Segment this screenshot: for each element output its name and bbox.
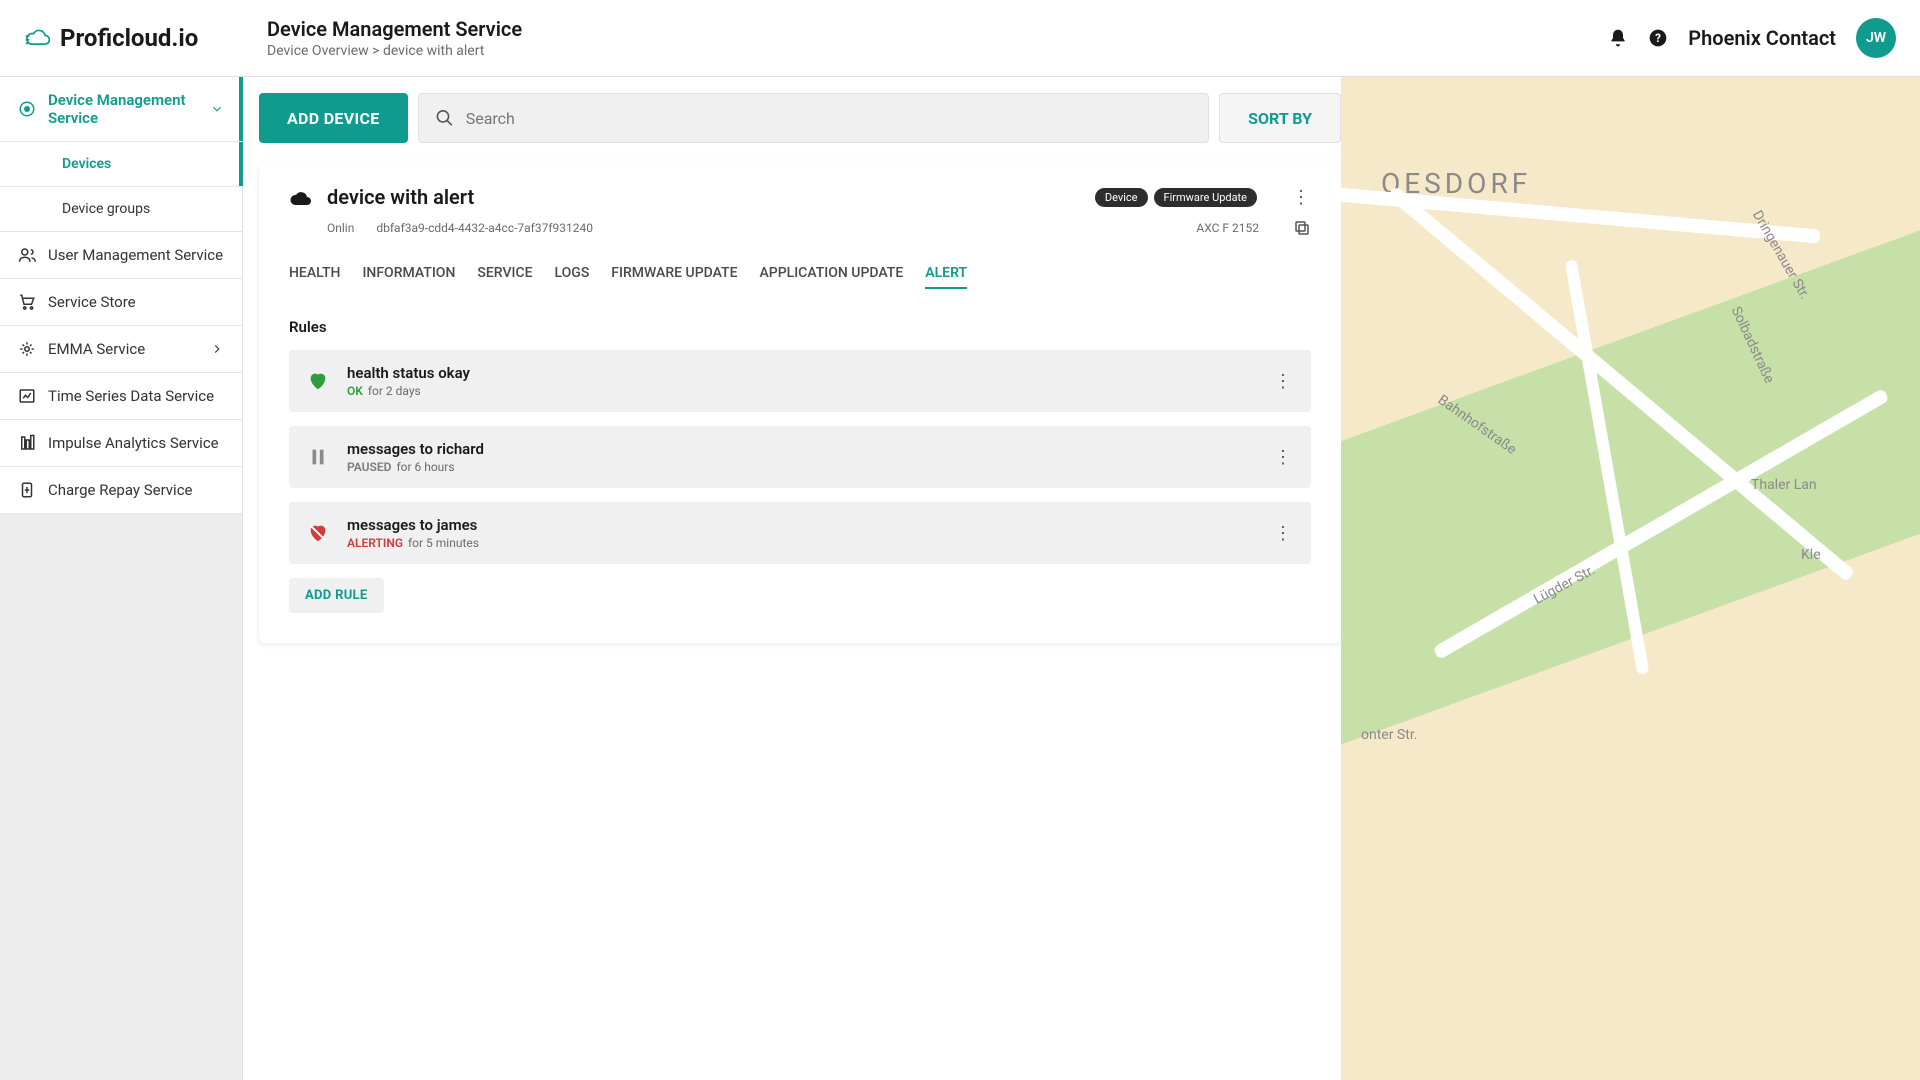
- nav-emma[interactable]: EMMA Service: [0, 326, 242, 373]
- heart-ok-icon: [307, 370, 329, 392]
- sidebar: Device Management Service Devices Device…: [0, 77, 243, 1080]
- cloud-icon: [289, 185, 313, 209]
- nav-label: Device groups: [62, 201, 150, 217]
- rules-heading: Rules: [289, 318, 1311, 336]
- device-card: device with alert Device Firmware Update…: [259, 161, 1341, 643]
- brand-name: Proficloud.io: [60, 24, 198, 52]
- help-icon[interactable]: ?: [1648, 28, 1668, 48]
- badge-firmware: Firmware Update: [1154, 188, 1258, 207]
- nav-service-store[interactable]: Service Store: [0, 279, 242, 326]
- search-icon: [435, 108, 454, 128]
- rule-menu-icon[interactable]: [1273, 371, 1293, 391]
- device-tabs: HEALTH INFORMATION SERVICE LOGS FIRMWARE…: [289, 265, 1311, 290]
- map-panel[interactable]: OESDORF Bahnhofstraße Lügder Str. Solbad…: [1341, 77, 1920, 1080]
- rule-status: ALERTING: [347, 536, 403, 550]
- rule-row: health status okay OK for 2 days: [289, 350, 1311, 412]
- road-label: Kle: [1801, 547, 1821, 563]
- nav-label: Impulse Analytics Service: [48, 434, 219, 452]
- nav-label: Device Management Service: [48, 91, 188, 127]
- device-mgmt-icon: [18, 100, 36, 118]
- search-input[interactable]: [466, 109, 1192, 128]
- svg-text:?: ?: [1655, 31, 1661, 45]
- chevron-down-icon: [210, 102, 224, 116]
- rule-menu-icon[interactable]: [1273, 447, 1293, 467]
- nav-label: Charge Repay Service: [48, 481, 193, 499]
- nav-label: Service Store: [48, 293, 136, 311]
- device-model: AXC F 2152: [1196, 221, 1259, 235]
- nav-device-mgmt[interactable]: Device Management Service: [0, 77, 242, 142]
- nav-label: Time Series Data Service: [48, 387, 214, 405]
- rule-duration: for 6 hours: [396, 460, 454, 474]
- charge-icon: [18, 481, 36, 499]
- chevron-right-icon: [210, 342, 224, 356]
- road-label: Thaler Lan: [1751, 477, 1817, 493]
- nav-charge-repay[interactable]: Charge Repay Service: [0, 467, 242, 514]
- road-label: onter Str.: [1361, 727, 1417, 743]
- tab-firmware[interactable]: FIRMWARE UPDATE: [611, 265, 737, 289]
- copy-icon[interactable]: [1293, 219, 1311, 237]
- tab-application[interactable]: APPLICATION UPDATE: [760, 265, 904, 289]
- users-icon: [18, 246, 36, 264]
- rule-duration: for 5 minutes: [408, 536, 479, 550]
- topbar-actions: ? Phoenix Contact JW: [1608, 18, 1896, 58]
- device-uuid: dbfaf3a9-cdd4-4432-a4cc-7af37f931240: [376, 221, 593, 235]
- nav-devices[interactable]: Devices: [0, 142, 242, 187]
- page-header: Device Management Service Device Overvie…: [267, 17, 522, 59]
- sort-by-button[interactable]: SORT BY: [1219, 93, 1341, 143]
- cart-icon: [18, 293, 36, 311]
- road-label: Dringenauer Str.: [1749, 208, 1813, 302]
- nav-label: User Management Service: [48, 246, 223, 264]
- cloud-logo-icon: [24, 24, 52, 52]
- tenant-name: Phoenix Contact: [1688, 26, 1836, 50]
- impulse-icon: [18, 434, 36, 452]
- timeseries-icon: [18, 387, 36, 405]
- tab-logs[interactable]: LOGS: [555, 265, 590, 289]
- pause-icon: [307, 446, 329, 468]
- rule-duration: for 2 days: [368, 384, 421, 398]
- road-label: Bahnhofstraße: [1435, 392, 1520, 458]
- page-title: Device Management Service: [267, 17, 522, 41]
- emma-icon: [18, 340, 36, 358]
- tab-alert[interactable]: ALERT: [925, 265, 967, 289]
- rule-name: health status okay: [347, 364, 470, 382]
- add-device-button[interactable]: ADD DEVICE: [259, 93, 408, 143]
- badge-device: Device: [1095, 188, 1148, 207]
- nav-impulse[interactable]: Impulse Analytics Service: [0, 420, 242, 467]
- brand-logo[interactable]: Proficloud.io: [24, 24, 267, 52]
- nav-label: Devices: [62, 156, 111, 172]
- tab-service[interactable]: SERVICE: [477, 265, 532, 289]
- rule-status: OK: [347, 384, 363, 398]
- device-name: device with alert: [327, 185, 474, 209]
- device-status: Onlin: [327, 221, 354, 235]
- topbar: Proficloud.io Device Management Service …: [0, 0, 1920, 77]
- rule-name: messages to richard: [347, 440, 484, 458]
- road-label: Solbadstraße: [1728, 304, 1777, 386]
- rule-name: messages to james: [347, 516, 479, 534]
- breadcrumb: Device Overview > device with alert: [267, 43, 522, 59]
- heart-alert-icon: [307, 522, 329, 544]
- search-field[interactable]: [418, 93, 1210, 143]
- user-avatar[interactable]: JW: [1856, 18, 1896, 58]
- rule-row: messages to richard PAUSED for 6 hours: [289, 426, 1311, 488]
- device-menu-icon[interactable]: [1291, 187, 1311, 207]
- toolbar: ADD DEVICE SORT BY: [259, 93, 1341, 143]
- nav-user-mgmt[interactable]: User Management Service: [0, 232, 242, 279]
- rule-status: PAUSED: [347, 460, 391, 474]
- nav-tsd[interactable]: Time Series Data Service: [0, 373, 242, 420]
- bell-icon[interactable]: [1608, 28, 1628, 48]
- tab-health[interactable]: HEALTH: [289, 265, 340, 289]
- rule-menu-icon[interactable]: [1273, 523, 1293, 543]
- tab-information[interactable]: INFORMATION: [362, 265, 455, 289]
- add-rule-button[interactable]: ADD RULE: [289, 578, 384, 613]
- rule-row: messages to james ALERTING for 5 minutes: [289, 502, 1311, 564]
- nav-device-groups[interactable]: Device groups: [0, 187, 242, 232]
- nav-label: EMMA Service: [48, 340, 145, 358]
